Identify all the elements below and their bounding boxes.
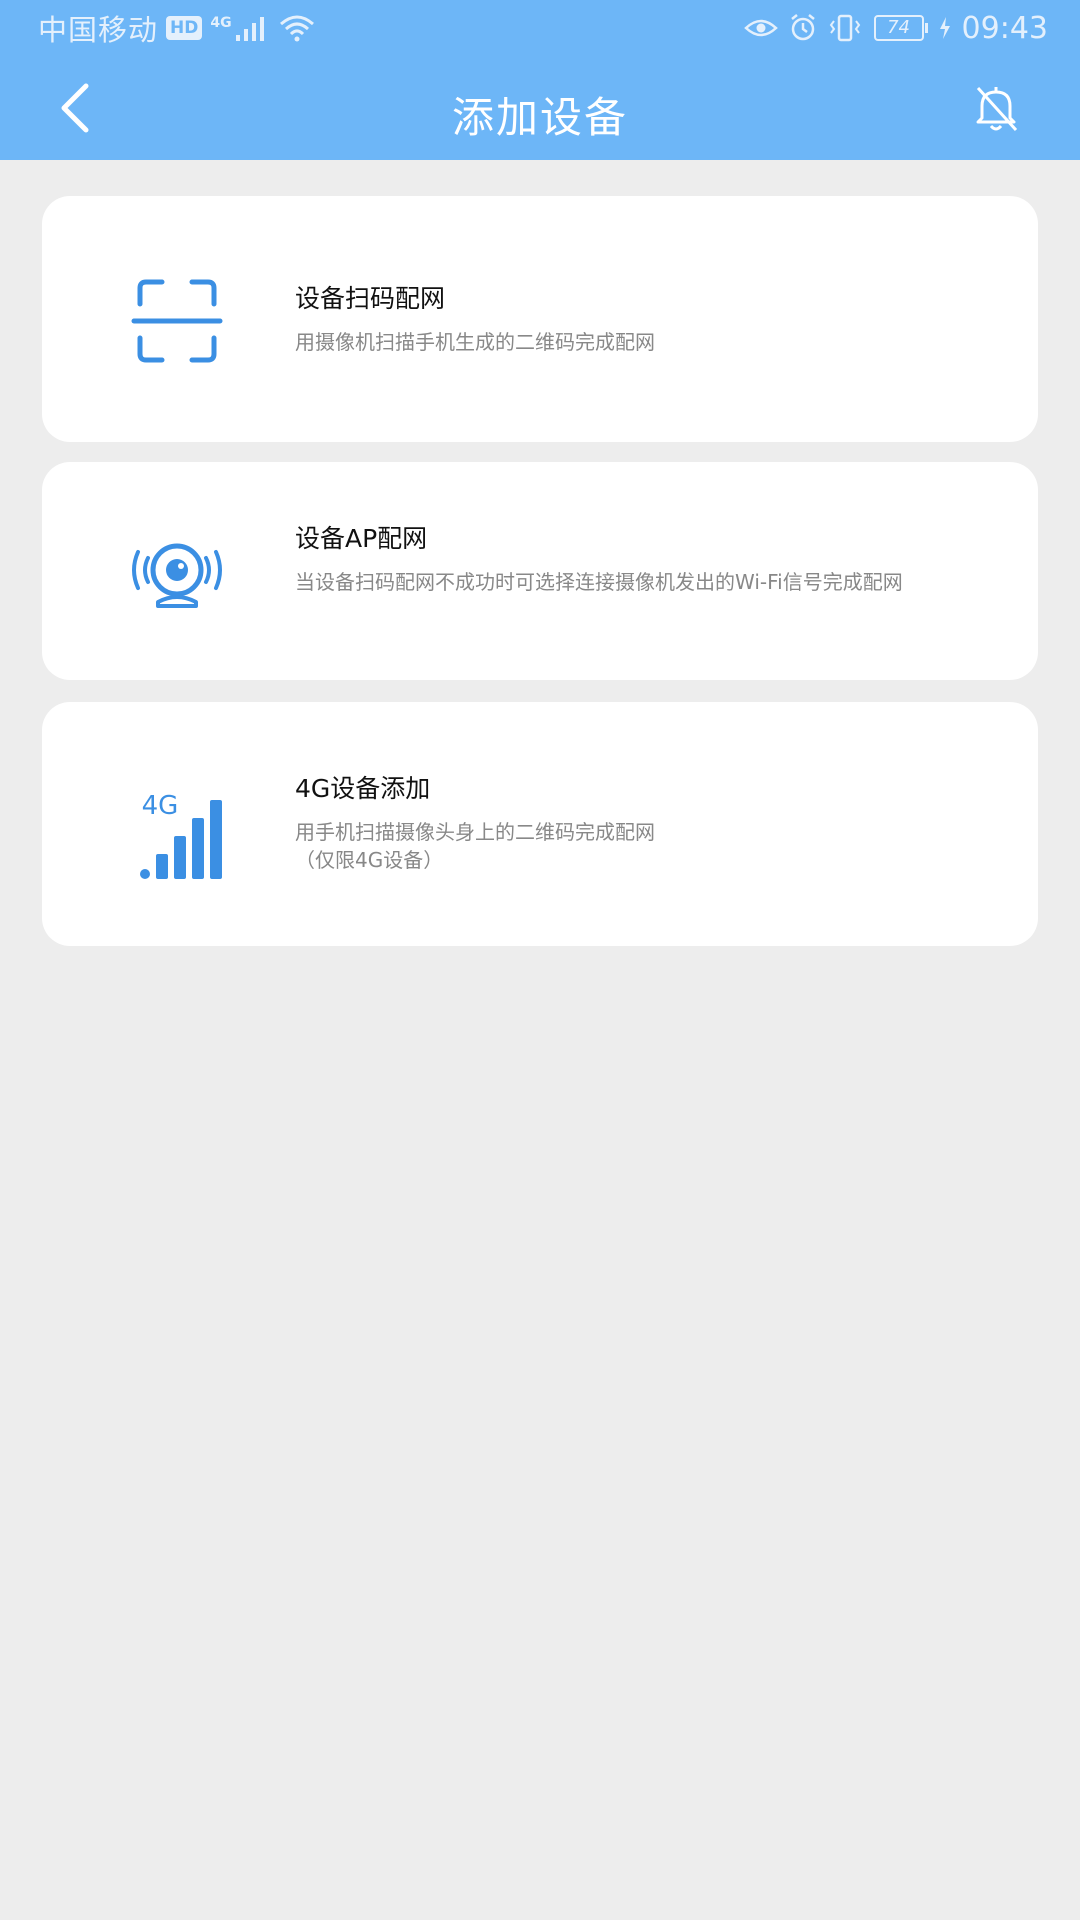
option-title: 4G设备添加 [295, 774, 431, 803]
notification-mute-button[interactable] [968, 80, 1024, 136]
option-description: 用摄像机扫描手机生成的二维码完成配网 [295, 330, 655, 354]
alarm-icon [788, 13, 818, 43]
charging-icon [938, 16, 952, 40]
option-ap-mode-text: 设备AP配网 当设备扫码配网不成功时可选择连接摄像机发出的Wi-Fi信号完成配网 [295, 522, 998, 596]
page-title: 添加设备 [451, 93, 628, 142]
hd-badge: HD [166, 16, 203, 40]
option-scan-qr[interactable]: 设备扫码配网 用摄像机扫描手机生成的二维码完成配网 [42, 196, 1038, 442]
option-description: 当设备扫码配网不成功时可选择连接摄像机发出的Wi-Fi信号完成配网 [295, 570, 903, 594]
option-title: 设备扫码配网 [295, 284, 446, 313]
scan-icon [112, 266, 242, 376]
wifi-icon [278, 14, 316, 42]
option-description: 用手机扫描摄像头身上的二维码完成配网 （仅限4G设备） [295, 820, 655, 872]
bell-off-icon [976, 86, 1018, 132]
option-ap-mode[interactable]: 设备AP配网 当设备扫码配网不成功时可选择连接摄像机发出的Wi-Fi信号完成配网 [42, 462, 1038, 680]
4g-signal-icon: 4G [112, 778, 242, 888]
nav-bar: 添加设备 [0, 56, 1080, 160]
status-right: 74 09:43 [743, 10, 1048, 46]
header: 中国移动 HD 4G 74 09:43 添加设备 [0, 0, 1080, 160]
4g-label: 4G [142, 791, 179, 821]
option-scan-qr-text: 设备扫码配网 用摄像机扫描手机生成的二维码完成配网 [295, 282, 998, 356]
carrier-name: 中国移动 [38, 13, 159, 47]
vibrate-icon [828, 13, 862, 43]
clock: 09:43 [961, 10, 1048, 46]
option-4g-device-text: 4G设备添加 用手机扫描摄像头身上的二维码完成配网 （仅限4G设备） [295, 772, 998, 874]
network-type-label: 4G [210, 15, 232, 31]
option-4g-device[interactable]: 4G 4G设备添加 用手机扫描摄像头身上的二维码完成配网 （仅限4G设备） [42, 702, 1038, 946]
status-left: 中国移动 HD 4G [38, 10, 316, 47]
eye-icon [743, 16, 778, 40]
status-bar: 中国移动 HD 4G 74 09:43 [0, 0, 1080, 56]
camera-signal-icon [112, 518, 242, 628]
option-title: 设备AP配网 [295, 524, 428, 553]
signal-icon: 4G [210, 15, 267, 41]
battery-indicator: 74 [873, 15, 928, 41]
